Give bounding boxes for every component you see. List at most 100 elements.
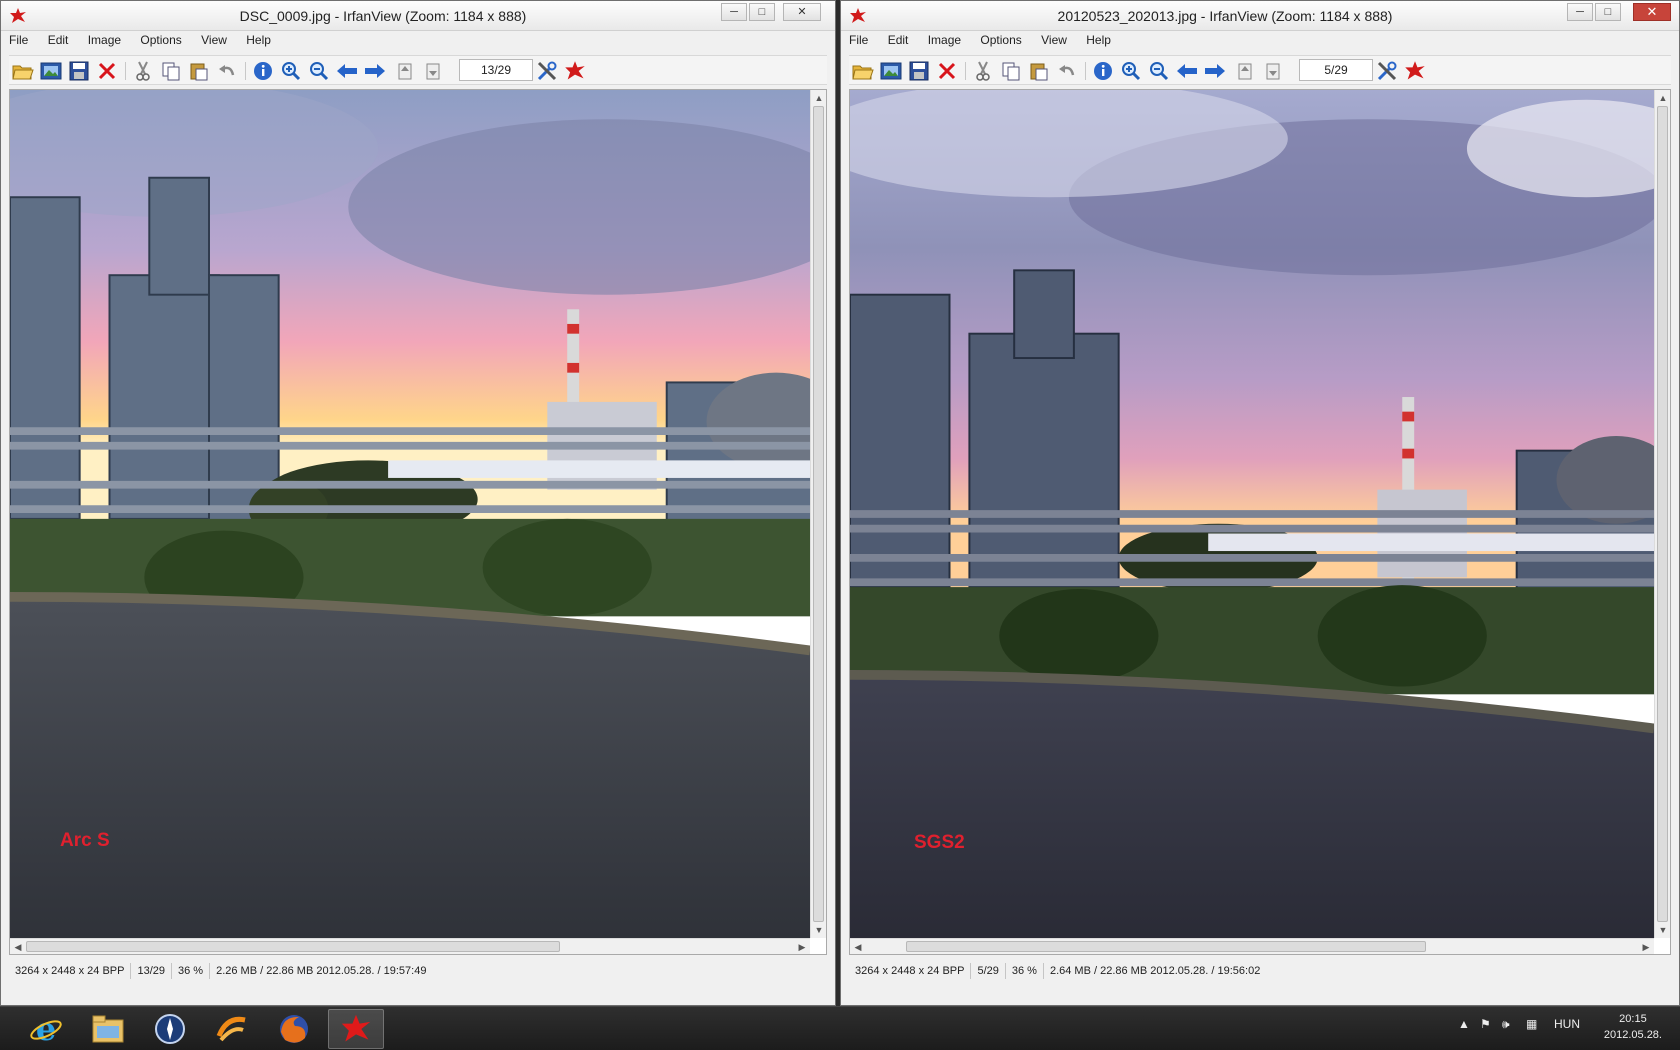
clock[interactable]: 20:15 2012.05.28. (1604, 1011, 1662, 1043)
zoom-in-icon[interactable] (279, 59, 303, 83)
copy-icon[interactable] (159, 59, 183, 83)
volume-icon[interactable]: 🕪 (1502, 1017, 1510, 1032)
info-icon[interactable] (1091, 59, 1115, 83)
compass-app-icon[interactable] (142, 1009, 198, 1049)
open-icon[interactable] (851, 59, 875, 83)
scroll-right-icon[interactable]: ▶ (794, 939, 810, 955)
save-icon[interactable] (67, 59, 91, 83)
horizontal-scrollbar[interactable]: ◀ ▶ (850, 938, 1654, 954)
toolbar-separator (965, 62, 966, 80)
zoom-out-icon[interactable] (307, 59, 331, 83)
irfanview-window-left[interactable]: DSC_0009.jpg - IrfanView (Zoom: 1184 x 8… (0, 0, 836, 1006)
info-icon[interactable] (251, 59, 275, 83)
toolbar-separator (245, 62, 246, 80)
menu-options[interactable]: Options (980, 33, 1021, 47)
network-icon[interactable]: ▦ (1526, 1017, 1537, 1031)
next-icon[interactable] (1203, 59, 1227, 83)
paste-icon[interactable] (187, 59, 211, 83)
image-viewport[interactable]: SGS2 ▲ ▼ ◀ ▶ (849, 89, 1671, 955)
minimize-button[interactable]: ─ (1567, 3, 1593, 21)
first-page-icon[interactable] (1233, 59, 1257, 83)
menu-image[interactable]: Image (928, 33, 961, 47)
menu-view[interactable]: View (1041, 33, 1067, 47)
menu-help[interactable]: Help (1086, 33, 1111, 47)
cut-icon[interactable] (971, 59, 995, 83)
image-viewport[interactable]: Arc S ▲ ▼ ◀ ▶ (9, 89, 827, 955)
language-indicator[interactable]: HUN (1554, 1017, 1580, 1031)
scroll-thumb[interactable] (906, 941, 1426, 952)
menu-file[interactable]: File (9, 33, 28, 47)
scroll-right-icon[interactable]: ▶ (1638, 939, 1654, 955)
window-title: 20120523_202013.jpg - IrfanView (Zoom: 1… (1057, 8, 1393, 24)
clock-time: 20:15 (1619, 1013, 1647, 1025)
copy-icon[interactable] (999, 59, 1023, 83)
undo-icon[interactable] (1055, 59, 1079, 83)
scroll-down-icon[interactable]: ▼ (1655, 922, 1671, 938)
irfanview-icon[interactable] (1403, 59, 1427, 83)
undo-icon[interactable] (215, 59, 239, 83)
close-button[interactable]: ✕ (783, 3, 821, 21)
scroll-thumb[interactable] (26, 941, 560, 952)
delete-icon[interactable] (935, 59, 959, 83)
photo-refinery-sunset[interactable] (850, 90, 1654, 938)
page-counter[interactable]: 13/29 (459, 59, 533, 81)
page-counter[interactable]: 5/29 (1299, 59, 1373, 81)
scroll-thumb[interactable] (813, 106, 824, 922)
minimize-button[interactable]: ─ (721, 3, 747, 21)
scroll-up-icon[interactable]: ▲ (811, 90, 827, 106)
properties-icon[interactable] (535, 59, 559, 83)
cut-icon[interactable] (131, 59, 155, 83)
close-button[interactable]: ✕ (1633, 3, 1671, 21)
maximize-button[interactable]: □ (1595, 3, 1621, 21)
first-page-icon[interactable] (393, 59, 417, 83)
next-page-icon[interactable] (1261, 59, 1285, 83)
title-bar[interactable]: DSC_0009.jpg - IrfanView (Zoom: 1184 x 8… (1, 1, 835, 31)
status-bar: 3264 x 2448 x 24 BPP 13/29 36 % 2.26 MB … (9, 959, 827, 983)
irfanview-icon (10, 8, 26, 23)
irfanview-window-right[interactable]: 20120523_202013.jpg - IrfanView (Zoom: 1… (840, 0, 1680, 1006)
irfanview-icon[interactable] (328, 1009, 384, 1049)
next-page-icon[interactable] (421, 59, 445, 83)
mobile-app-icon[interactable] (204, 1009, 260, 1049)
tray-expand-icon[interactable]: ▲ (1458, 1017, 1470, 1031)
delete-icon[interactable] (95, 59, 119, 83)
photo-refinery-sunset[interactable] (10, 90, 810, 938)
status-zoom: 36 % (1006, 963, 1044, 979)
menu-options[interactable]: Options (140, 33, 181, 47)
open-icon[interactable] (11, 59, 35, 83)
scroll-left-icon[interactable]: ◀ (10, 939, 26, 955)
properties-icon[interactable] (1375, 59, 1399, 83)
zoom-in-icon[interactable] (1119, 59, 1143, 83)
next-icon[interactable] (363, 59, 387, 83)
vertical-scrollbar[interactable]: ▲ ▼ (810, 90, 826, 938)
scroll-down-icon[interactable]: ▼ (811, 922, 827, 938)
status-dimensions: 3264 x 2448 x 24 BPP (849, 963, 972, 979)
zoom-out-icon[interactable] (1147, 59, 1171, 83)
firefox-icon[interactable] (266, 1009, 322, 1049)
scroll-up-icon[interactable]: ▲ (1655, 90, 1671, 106)
toolbar-separator (125, 62, 126, 80)
horizontal-scrollbar[interactable]: ◀ ▶ (10, 938, 810, 954)
menu-image[interactable]: Image (88, 33, 121, 47)
paste-icon[interactable] (1027, 59, 1051, 83)
slideshow-icon[interactable] (879, 59, 903, 83)
internet-explorer-icon[interactable]: e (18, 1009, 74, 1049)
scroll-thumb[interactable] (1657, 106, 1668, 922)
previous-icon[interactable] (335, 59, 359, 83)
irfanview-icon[interactable] (563, 59, 587, 83)
scroll-left-icon[interactable]: ◀ (850, 939, 866, 955)
menu-edit[interactable]: Edit (48, 33, 69, 47)
vertical-scrollbar[interactable]: ▲ ▼ (1654, 90, 1670, 938)
camera-label: SGS2 (914, 832, 965, 853)
slideshow-icon[interactable] (39, 59, 63, 83)
title-bar[interactable]: 20120523_202013.jpg - IrfanView (Zoom: 1… (841, 1, 1679, 31)
maximize-button[interactable]: □ (749, 3, 775, 21)
menu-file[interactable]: File (849, 33, 868, 47)
menu-view[interactable]: View (201, 33, 227, 47)
menu-help[interactable]: Help (246, 33, 271, 47)
save-icon[interactable] (907, 59, 931, 83)
file-explorer-icon[interactable] (80, 1009, 136, 1049)
menu-edit[interactable]: Edit (888, 33, 909, 47)
action-center-flag-icon[interactable]: ⚑ (1480, 1017, 1491, 1031)
previous-icon[interactable] (1175, 59, 1199, 83)
